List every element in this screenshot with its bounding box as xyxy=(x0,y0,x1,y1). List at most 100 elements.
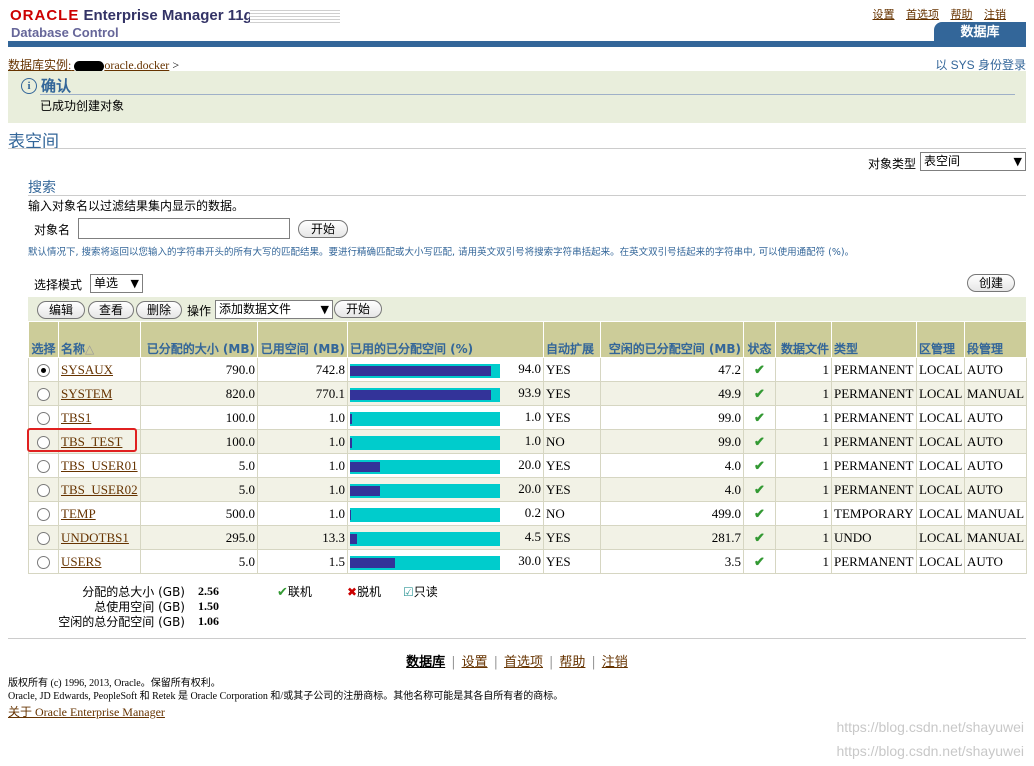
sort-asc-icon: △ xyxy=(85,342,95,356)
row-extent-mgmt: LOCAL xyxy=(916,429,965,454)
row-name-cell: SYSTEM xyxy=(58,381,141,406)
footer-link-logout[interactable]: 注销 xyxy=(602,655,628,670)
footer-link-preferences[interactable]: 首选项 xyxy=(504,655,543,670)
action-select[interactable]: 添加数据文件 ▼ xyxy=(215,300,333,319)
search-go-button[interactable]: 开始 xyxy=(298,220,348,238)
row-select-cell xyxy=(28,477,59,502)
row-extent-mgmt: LOCAL xyxy=(916,477,965,502)
online-check-icon: ✔ xyxy=(754,385,765,401)
row-status: ✔ xyxy=(743,429,776,454)
row-free: 47.2 xyxy=(600,357,744,382)
row-select-cell xyxy=(28,381,59,406)
row-used: 1.0 xyxy=(257,477,348,502)
row-autoextend: YES xyxy=(543,405,601,430)
tablespace-link[interactable]: TBS1 xyxy=(61,410,91,425)
copyright: 版权所有 (c) 1996, 2013, Oracle。保留所有权利。 Orac… xyxy=(8,678,564,702)
search-title: 搜索 xyxy=(28,180,56,196)
footer-link-settings[interactable]: 设置 xyxy=(462,655,488,670)
confirmation-message: 已成功创建对象 xyxy=(40,99,125,113)
row-radio[interactable] xyxy=(37,364,50,378)
row-radio[interactable] xyxy=(37,508,50,522)
breadcrumb-instance-link[interactable]: 数据库实例: oracle.docker xyxy=(8,58,169,72)
row-autoextend: YES xyxy=(543,357,601,382)
footer-divider xyxy=(8,638,1026,639)
edit-button[interactable]: 编辑 xyxy=(37,301,85,319)
object-name-input[interactable] xyxy=(78,218,290,239)
create-button[interactable]: 创建 xyxy=(967,274,1015,292)
global-links: 设置 首选项 帮助 注销 xyxy=(865,6,1007,22)
row-allocated: 5.0 xyxy=(140,477,258,502)
tablespace-link[interactable]: TEMP xyxy=(61,506,96,521)
object-type-select[interactable]: 表空间 ▼ xyxy=(920,152,1026,171)
row-datafiles: 1 xyxy=(775,453,832,478)
row-used: 1.0 xyxy=(257,429,348,454)
row-allocated: 5.0 xyxy=(140,549,258,574)
col-used-pct: 已用的已分配空间 (%) xyxy=(347,321,544,358)
row-name-cell: TBS1 xyxy=(58,405,141,430)
col-name[interactable]: 名称△ xyxy=(58,321,141,358)
usage-bar xyxy=(350,531,500,546)
row-allocated: 820.0 xyxy=(140,381,258,406)
col-allocated: 已分配的大小 (MB) xyxy=(140,321,258,358)
watermark: https://blog.csdn.net/shayuwei https://b… xyxy=(836,719,1024,759)
row-used: 742.8 xyxy=(257,357,348,382)
confirmation-box xyxy=(8,71,1026,123)
online-check-icon: ✔ xyxy=(754,361,765,377)
row-autoextend: YES xyxy=(543,549,601,574)
row-radio[interactable] xyxy=(37,484,50,498)
global-link-logout[interactable]: 注销 xyxy=(984,8,1006,21)
global-link-preferences[interactable]: 首选项 xyxy=(906,8,939,21)
row-autoextend: NO xyxy=(543,429,601,454)
row-type: PERMANENT xyxy=(831,381,917,406)
action-go-button[interactable]: 开始 xyxy=(334,300,382,318)
online-check-icon: ✔ xyxy=(754,481,765,497)
tablespace-link[interactable]: SYSAUX xyxy=(61,362,113,377)
row-used: 1.0 xyxy=(257,501,348,526)
row-radio[interactable] xyxy=(37,532,50,546)
row-select-cell xyxy=(28,405,59,430)
tablespace-link[interactable]: TBS_USER01 xyxy=(61,458,138,473)
row-radio[interactable] xyxy=(37,460,50,474)
tablespace-link[interactable]: USERS xyxy=(61,554,101,569)
row-radio[interactable] xyxy=(37,556,50,570)
col-segment-mgmt: 段管理 xyxy=(964,321,1027,358)
row-segment-mgmt: AUTO xyxy=(964,477,1027,502)
usage-bar-fill xyxy=(350,389,491,400)
col-autoextend: 自动扩展 xyxy=(543,321,601,358)
row-segment-mgmt: MANUAL xyxy=(964,525,1027,550)
row-used-pct: 93.9 xyxy=(347,381,544,406)
row-free: 99.0 xyxy=(600,429,744,454)
row-status: ✔ xyxy=(743,453,776,478)
chevron-down-icon: ▼ xyxy=(320,303,329,316)
tablespace-link[interactable]: UNDOTBS1 xyxy=(61,530,129,545)
row-status: ✔ xyxy=(743,405,776,430)
selection-mode-select[interactable]: 单选 ▼ xyxy=(90,274,143,293)
usage-bar xyxy=(350,363,500,378)
tablespace-link[interactable]: TBS_USER02 xyxy=(61,482,138,497)
row-datafiles: 1 xyxy=(775,405,832,430)
row-name-cell: SYSAUX xyxy=(58,357,141,382)
view-button[interactable]: 查看 xyxy=(88,301,134,319)
row-segment-mgmt: AUTO xyxy=(964,429,1027,454)
global-link-settings[interactable]: 设置 xyxy=(873,8,895,21)
footer-link-database[interactable]: 数据库 xyxy=(406,655,445,670)
row-used: 770.1 xyxy=(257,381,348,406)
usage-bar xyxy=(350,507,500,522)
online-check-icon: ✔ xyxy=(754,553,765,569)
usage-bar-fill xyxy=(350,461,380,472)
row-radio[interactable] xyxy=(37,388,50,402)
selection-mode-label: 选择模式 xyxy=(34,278,83,292)
row-radio[interactable] xyxy=(37,412,50,426)
about-link[interactable]: 关于 Oracle Enterprise Manager xyxy=(8,703,165,720)
tablespace-link[interactable]: SYSTEM xyxy=(61,386,112,401)
footer-link-help[interactable]: 帮助 xyxy=(559,655,585,670)
row-select-cell xyxy=(28,357,59,382)
row-used: 1.5 xyxy=(257,549,348,574)
delete-button[interactable]: 删除 xyxy=(136,301,182,319)
row-segment-mgmt: AUTO xyxy=(964,405,1027,430)
global-link-help[interactable]: 帮助 xyxy=(951,8,973,21)
row-name-cell: TBS_USER01 xyxy=(58,453,141,478)
row-name-cell: TEMP xyxy=(58,501,141,526)
legend-readonly: ☑只读 xyxy=(403,585,438,599)
usage-bar xyxy=(350,483,500,498)
